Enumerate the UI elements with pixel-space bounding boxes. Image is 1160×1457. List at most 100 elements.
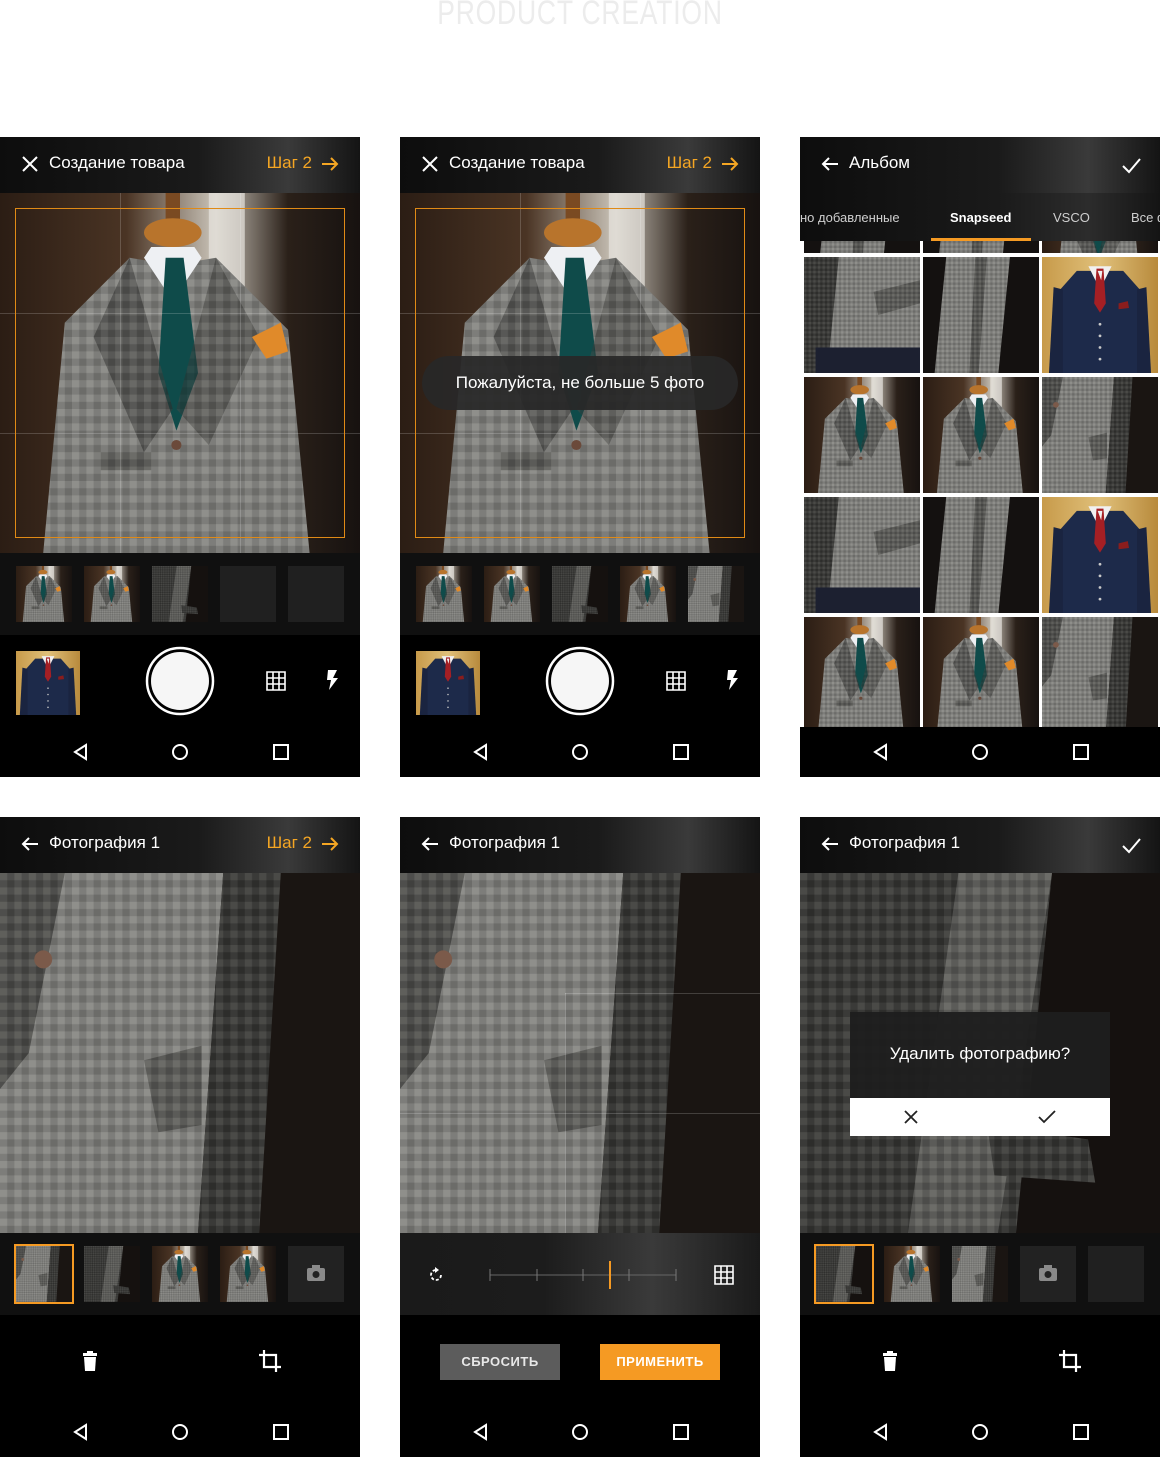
page-heading: PRODUCT CREATION bbox=[437, 0, 723, 32]
crop-icon[interactable] bbox=[1058, 1349, 1082, 1373]
nav-recents-icon[interactable] bbox=[669, 1420, 693, 1444]
nav-back-icon[interactable] bbox=[868, 1420, 892, 1444]
arrow-left-icon[interactable] bbox=[820, 154, 840, 174]
thumbnail[interactable] bbox=[16, 566, 72, 622]
tab-snapseed[interactable]: Snapseed bbox=[950, 210, 1011, 225]
nav-recents-icon[interactable] bbox=[269, 740, 293, 764]
grid-icon[interactable] bbox=[714, 1265, 734, 1285]
reset-button[interactable]: СБРОСИТЬ bbox=[440, 1344, 560, 1380]
nav-home-icon[interactable] bbox=[168, 1420, 192, 1444]
thumbnail[interactable] bbox=[416, 566, 472, 622]
shutter-button[interactable] bbox=[545, 646, 615, 716]
camera-viewfinder[interactable] bbox=[0, 193, 360, 553]
tab-all[interactable]: Все ф bbox=[1131, 210, 1160, 225]
tweed-closeup-photo bbox=[0, 873, 360, 1233]
screen-photo-delete: Фотография 1 Удалить фотографию? bbox=[800, 817, 1160, 1457]
nav-back-icon[interactable] bbox=[468, 740, 492, 764]
tab-vsco[interactable]: VSCO bbox=[1053, 210, 1090, 225]
grid-icon[interactable] bbox=[266, 671, 286, 691]
crop-icon[interactable] bbox=[258, 1349, 282, 1373]
gallery-thumbnail[interactable] bbox=[16, 651, 80, 715]
thumbnail[interactable] bbox=[220, 1246, 276, 1302]
system-nav-bar bbox=[400, 1407, 760, 1457]
photo-editor-canvas[interactable] bbox=[400, 873, 760, 1233]
gallery-thumbnail[interactable] bbox=[416, 651, 480, 715]
nav-home-icon[interactable] bbox=[968, 1420, 992, 1444]
nav-back-icon[interactable] bbox=[68, 740, 92, 764]
photo-cell-selected[interactable] bbox=[804, 257, 920, 373]
empty-thumbnail[interactable] bbox=[288, 566, 344, 622]
thumbnail[interactable] bbox=[620, 566, 676, 622]
photo-cell[interactable] bbox=[804, 617, 920, 729]
check-icon[interactable] bbox=[1120, 834, 1142, 856]
screen-album: Альбом но добавленные Snapseed VSCO Все … bbox=[800, 137, 1160, 777]
trash-icon[interactable] bbox=[81, 1351, 99, 1371]
close-icon[interactable] bbox=[420, 154, 440, 174]
thumbnail[interactable] bbox=[884, 1246, 940, 1302]
selected-thumbnails bbox=[400, 553, 760, 635]
tab-recent[interactable]: но добавленные bbox=[800, 210, 900, 225]
arrow-left-icon[interactable] bbox=[420, 834, 440, 854]
thumbnail[interactable] bbox=[84, 1246, 140, 1302]
photo-cell[interactable] bbox=[1042, 241, 1158, 253]
thumbnail[interactable] bbox=[152, 1246, 208, 1302]
confirm-check-icon[interactable] bbox=[1038, 1109, 1056, 1125]
thumbnail[interactable] bbox=[552, 566, 608, 622]
photo-cell[interactable] bbox=[923, 241, 1039, 253]
flash-icon[interactable] bbox=[324, 669, 340, 691]
nav-home-icon[interactable] bbox=[568, 740, 592, 764]
add-photo-slot[interactable] bbox=[288, 1246, 344, 1302]
step-label[interactable]: Шаг 2 bbox=[267, 153, 312, 173]
nav-back-icon[interactable] bbox=[468, 1420, 492, 1444]
trash-icon[interactable] bbox=[881, 1351, 899, 1371]
nav-back-icon[interactable] bbox=[868, 740, 892, 764]
photo-cell[interactable] bbox=[804, 241, 920, 253]
empty-thumbnail[interactable] bbox=[1088, 1246, 1144, 1302]
nav-recents-icon[interactable] bbox=[269, 1420, 293, 1444]
nav-recents-icon[interactable] bbox=[1069, 740, 1093, 764]
photo-cell[interactable] bbox=[1042, 377, 1158, 493]
photo-cell[interactable] bbox=[1042, 257, 1158, 373]
step-label[interactable]: Шаг 2 bbox=[667, 153, 712, 173]
nav-home-icon[interactable] bbox=[968, 740, 992, 764]
grid-icon[interactable] bbox=[666, 671, 686, 691]
nav-recents-icon[interactable] bbox=[669, 740, 693, 764]
photo-cell[interactable] bbox=[923, 257, 1039, 373]
arrow-right-icon[interactable] bbox=[720, 154, 740, 174]
photo-cell-selected[interactable] bbox=[1042, 497, 1158, 613]
photo-cell-selected[interactable] bbox=[804, 377, 920, 493]
arrow-right-icon[interactable] bbox=[320, 834, 340, 854]
thumbnail[interactable] bbox=[152, 566, 208, 622]
nav-home-icon[interactable] bbox=[568, 1420, 592, 1444]
photo-cell[interactable] bbox=[1042, 617, 1158, 729]
thumbnail[interactable] bbox=[952, 1246, 1008, 1302]
photo-cell[interactable] bbox=[923, 497, 1039, 613]
step-label[interactable]: Шаг 2 bbox=[267, 833, 312, 853]
thumbnail[interactable] bbox=[484, 566, 540, 622]
cancel-close-icon[interactable] bbox=[904, 1110, 918, 1124]
thumbnail-selected[interactable] bbox=[14, 1244, 74, 1304]
photo-cell[interactable] bbox=[923, 617, 1039, 729]
empty-thumbnail[interactable] bbox=[220, 566, 276, 622]
close-icon[interactable] bbox=[20, 154, 40, 174]
thumbnail[interactable] bbox=[84, 566, 140, 622]
thumbnail-selected[interactable] bbox=[814, 1244, 874, 1304]
rotation-slider[interactable] bbox=[488, 1261, 678, 1289]
nav-back-icon[interactable] bbox=[68, 1420, 92, 1444]
thumbnail[interactable] bbox=[688, 566, 744, 622]
check-icon[interactable] bbox=[1120, 154, 1142, 176]
camera-controls bbox=[400, 635, 760, 725]
limit-toast: Пожалуйста, не больше 5 фото bbox=[422, 356, 738, 410]
nav-home-icon[interactable] bbox=[168, 740, 192, 764]
arrow-left-icon[interactable] bbox=[820, 834, 840, 854]
apply-button[interactable]: ПРИМЕНИТЬ bbox=[600, 1344, 720, 1380]
flash-icon[interactable] bbox=[724, 669, 740, 691]
add-photo-slot[interactable] bbox=[1020, 1246, 1076, 1302]
arrow-left-icon[interactable] bbox=[20, 834, 40, 854]
photo-cell-selected[interactable] bbox=[923, 377, 1039, 493]
rotate-icon[interactable] bbox=[427, 1266, 445, 1284]
arrow-right-icon[interactable] bbox=[320, 154, 340, 174]
nav-recents-icon[interactable] bbox=[1069, 1420, 1093, 1444]
photo-cell-selected[interactable] bbox=[804, 497, 920, 613]
shutter-button[interactable] bbox=[145, 646, 215, 716]
